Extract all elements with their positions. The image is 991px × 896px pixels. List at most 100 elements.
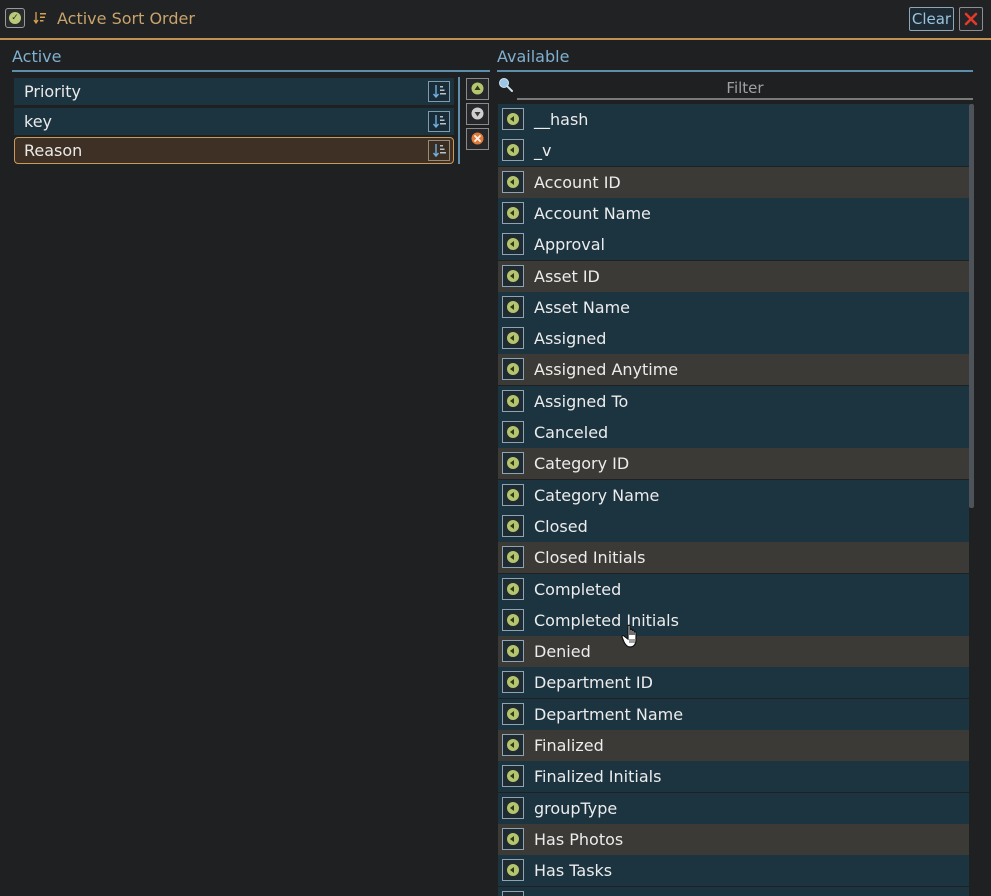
add-field-button[interactable]: [502, 578, 524, 600]
available-item-label: Department ID: [534, 673, 653, 692]
add-field-button[interactable]: [502, 828, 524, 850]
sort-direction-button[interactable]: [428, 81, 450, 102]
available-item-label: _v: [534, 141, 552, 160]
available-item-label: Account ID: [534, 173, 621, 192]
hand-cursor-icon: [621, 624, 637, 648]
available-item[interactable]: Account Name: [498, 198, 973, 229]
available-item[interactable]: Asset Name: [498, 292, 973, 323]
window-title: Active Sort Order: [57, 9, 195, 28]
available-item[interactable]: Department ID: [498, 667, 973, 698]
move-down-button[interactable]: [466, 103, 489, 125]
add-left-arrow-icon: [507, 520, 519, 532]
add-left-arrow-icon: [507, 708, 519, 720]
available-item[interactable]: __hash: [498, 104, 973, 135]
add-left-arrow-icon: [507, 551, 519, 563]
close-button[interactable]: [959, 7, 983, 31]
available-item-label: Finalized: [534, 736, 604, 755]
available-item[interactable]: Completed: [498, 574, 973, 605]
available-item-label: Closed Initials: [534, 548, 646, 567]
add-left-arrow-icon: [507, 238, 519, 250]
available-item[interactable]: Assigned To: [498, 386, 973, 417]
arrow-down-circle-icon: [471, 107, 484, 120]
active-item-reason[interactable]: Reason: [14, 137, 454, 164]
move-up-button[interactable]: [466, 78, 489, 100]
add-field-button[interactable]: [502, 265, 524, 287]
check-circle-icon[interactable]: ✓: [5, 8, 25, 28]
add-field-button[interactable]: [502, 609, 524, 631]
add-field-button[interactable]: [502, 703, 524, 725]
active-item-key[interactable]: key: [14, 108, 454, 135]
available-item-label: Approval: [534, 235, 605, 254]
add-field-button[interactable]: [502, 296, 524, 318]
available-item[interactable]: groupType: [498, 793, 973, 824]
add-field-button[interactable]: [502, 202, 524, 224]
active-item-priority[interactable]: Priority: [14, 78, 454, 105]
add-left-arrow-icon: [507, 457, 519, 469]
available-item[interactable]: Finalized Initials: [498, 761, 973, 792]
available-item[interactable]: Has Photos: [498, 824, 973, 855]
add-field-button[interactable]: [502, 390, 524, 412]
available-item[interactable]: Completed Initials: [498, 605, 973, 636]
available-item-label: Has Tasks: [534, 861, 613, 880]
available-item[interactable]: Approval: [498, 229, 973, 260]
available-item[interactable]: Asset ID: [498, 261, 973, 292]
add-left-arrow-icon: [507, 739, 519, 751]
add-field-button[interactable]: [502, 171, 524, 193]
available-item[interactable]: ID: [498, 887, 973, 896]
scrollbar-thumb[interactable]: [969, 104, 974, 508]
add-field-button[interactable]: [502, 891, 524, 896]
add-left-arrow-icon: [507, 113, 519, 125]
available-item[interactable]: Account ID: [498, 167, 973, 198]
add-field-button[interactable]: [502, 233, 524, 255]
add-field-button[interactable]: [502, 546, 524, 568]
add-left-arrow-icon: [507, 270, 519, 282]
available-item[interactable]: Finalized: [498, 730, 973, 761]
add-field-button[interactable]: [502, 421, 524, 443]
sort-ascending-icon: [432, 144, 446, 158]
add-field-button[interactable]: [502, 327, 524, 349]
add-field-button[interactable]: [502, 452, 524, 474]
available-item[interactable]: Assigned: [498, 323, 973, 354]
clear-button[interactable]: Clear: [909, 7, 954, 31]
available-item[interactable]: Department Name: [498, 699, 973, 730]
add-left-arrow-icon: [507, 489, 519, 501]
active-header: Active: [12, 47, 490, 72]
add-left-arrow-icon: [507, 301, 519, 313]
add-left-arrow-icon: [507, 676, 519, 688]
filter-input[interactable]: [517, 77, 973, 100]
add-field-button[interactable]: [502, 139, 524, 161]
add-field-button[interactable]: [502, 765, 524, 787]
available-item-label: Denied: [534, 642, 591, 661]
available-item[interactable]: Has Tasks: [498, 855, 973, 886]
available-list[interactable]: __hash _v Account ID Account Name Approval As…: [498, 104, 974, 896]
available-item[interactable]: Assigned Anytime: [498, 354, 973, 385]
remove-button[interactable]: [466, 128, 489, 150]
add-field-button[interactable]: [502, 859, 524, 881]
available-item[interactable]: _v: [498, 135, 973, 166]
add-left-arrow-icon: [507, 144, 519, 156]
available-item-label: Assigned: [534, 329, 607, 348]
available-item[interactable]: Canceled: [498, 417, 973, 448]
sort-direction-button[interactable]: [428, 140, 450, 161]
add-field-button[interactable]: [502, 797, 524, 819]
available-item[interactable]: Category ID: [498, 448, 973, 479]
available-item[interactable]: Category Name: [498, 480, 973, 511]
add-field-button[interactable]: [502, 671, 524, 693]
add-left-arrow-icon: [507, 332, 519, 344]
add-field-button[interactable]: [502, 515, 524, 537]
available-header: Available: [497, 47, 973, 72]
add-field-button[interactable]: [502, 358, 524, 380]
sort-direction-button[interactable]: [428, 111, 450, 132]
available-item[interactable]: Closed Initials: [498, 542, 973, 573]
add-field-button[interactable]: [502, 734, 524, 756]
add-left-arrow-icon: [507, 770, 519, 782]
available-item-label: Department Name: [534, 705, 684, 724]
add-field-button[interactable]: [502, 108, 524, 130]
add-field-button[interactable]: [502, 484, 524, 506]
available-item-label: Completed Initials: [534, 611, 679, 630]
available-item[interactable]: Closed: [498, 511, 973, 542]
available-item-label: Asset Name: [534, 298, 631, 317]
add-field-button[interactable]: [502, 640, 524, 662]
active-item-label: key: [24, 112, 53, 131]
available-item[interactable]: Denied: [498, 636, 973, 667]
